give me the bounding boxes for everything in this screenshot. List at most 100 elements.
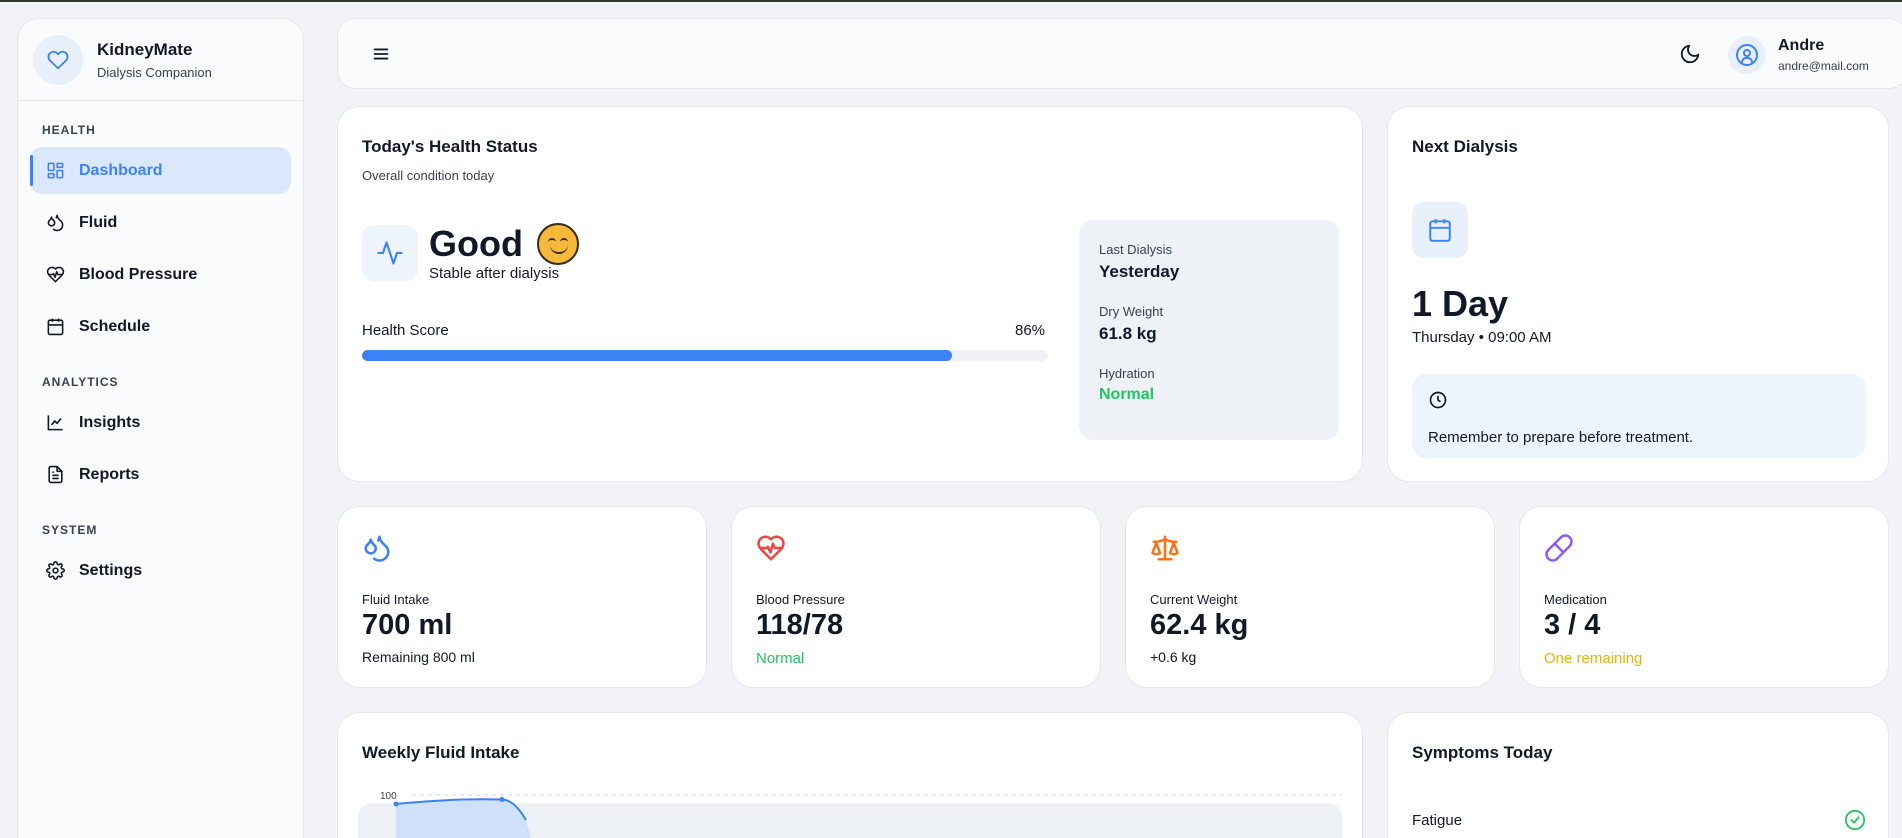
reminder-text: Remember to prepare before treatment. [1428, 429, 1694, 446]
stat-value: 700 ml [362, 609, 453, 641]
sidebar-item-blood-pressure[interactable]: Blood Pressure [30, 251, 291, 298]
fluid-intake-card[interactable]: Fluid Intake 700 ml Remaining 800 ml [337, 506, 707, 688]
dry-weight-value: 61.8 kg [1099, 324, 1157, 343]
sidebar-item-label: Reports [79, 465, 140, 483]
sidebar: KidneyMate Dialysis Companion HEALTH Das… [17, 18, 304, 838]
medication-card[interactable]: Medication 3 / 4 One remaining [1519, 506, 1889, 688]
user-circle-icon [1736, 44, 1758, 66]
series-point[interactable] [499, 797, 505, 802]
sidebar-nav: HEALTH Dashboard Fluid Blood Pressure Sc… [18, 101, 303, 594]
stat-subtext: Normal [756, 650, 805, 667]
dialysis-info-panel: Last Dialysis Yesterday Dry Weight 61.8 … [1079, 220, 1339, 440]
status-text: Good [429, 223, 523, 264]
dashboard-grid-icon [47, 162, 64, 179]
series-group [393, 797, 531, 838]
health-score-bar [362, 350, 1048, 361]
health-score-label: Health Score [362, 322, 449, 339]
scale-icon [1151, 535, 1179, 561]
health-status-value: Good [429, 223, 579, 265]
card-title: Today's Health Status [362, 137, 538, 156]
calendar-icon [1412, 202, 1468, 258]
stat-value: 62.4 kg [1150, 609, 1249, 641]
heart-icon [33, 34, 83, 85]
card-title: Weekly Fluid Intake [362, 743, 520, 762]
dialysis-reminder: Remember to prepare before treatment. [1412, 374, 1866, 458]
next-dialysis-card: Next Dialysis 1 Day Thursday • 09:00 AM … [1387, 106, 1889, 482]
health-status-subtext: Stable after dialysis [429, 265, 560, 282]
card-title: Next Dialysis [1412, 137, 1518, 156]
card-title: Symptoms Today [1412, 743, 1553, 762]
sidebar-item-schedule[interactable]: Schedule [30, 303, 291, 350]
moon-icon [1680, 44, 1700, 64]
dialysis-countdown: 1 Day [1412, 283, 1509, 324]
blood-pressure-card[interactable]: Blood Pressure 118/78 Normal [731, 506, 1101, 688]
dry-weight-label: Dry Weight [1099, 304, 1164, 319]
symptom-row[interactable]: Fatigue [1412, 809, 1866, 831]
user-info[interactable]: Andre andre@mail.com [1778, 37, 1869, 73]
stat-value: 118/78 [756, 609, 844, 641]
stat-label: Fluid Intake [362, 592, 430, 607]
window-top-border [0, 0, 1902, 2]
health-status-card: Today's Health Status Overall condition … [337, 106, 1363, 482]
pill-icon [1545, 534, 1573, 562]
sidebar-item-settings[interactable]: Settings [30, 547, 291, 594]
card-subtitle: Overall condition today [362, 168, 495, 183]
nav-section-health: HEALTH [42, 123, 96, 137]
last-dialysis-label: Last Dialysis [1099, 242, 1172, 257]
stat-label: Current Weight [1150, 592, 1238, 607]
brand-subtitle: Dialysis Companion [97, 64, 212, 80]
sidebar-item-label: Blood Pressure [79, 265, 198, 283]
sidebar-item-label: Schedule [79, 317, 151, 335]
last-dialysis-value: Yesterday [1099, 262, 1180, 281]
droplets-icon [364, 535, 390, 562]
stat-subtext: +0.6 kg [1150, 649, 1197, 665]
stat-label: Medication [1544, 592, 1607, 607]
line-chart-icon [47, 415, 63, 431]
sidebar-item-label: Insights [79, 413, 141, 431]
symptom-name: Fatigue [1412, 811, 1463, 829]
y-tick-label: 100 [380, 791, 397, 802]
top-header: Andre andre@mail.com [337, 18, 1902, 89]
check-circle-icon [1844, 809, 1866, 831]
clock-icon [1429, 391, 1447, 409]
sidebar-item-label: Fluid [79, 213, 118, 231]
droplets-icon [47, 214, 64, 232]
dialysis-datetime: Thursday • 09:00 AM [1412, 329, 1552, 346]
sidebar-item-dashboard[interactable]: Dashboard [30, 147, 291, 194]
user-email: andre@mail.com [1778, 59, 1869, 73]
stat-label: Blood Pressure [756, 592, 845, 607]
sidebar-item-reports[interactable]: Reports [30, 451, 291, 498]
brand: KidneyMate Dialysis Companion [18, 19, 303, 101]
hamburger-menu-icon [373, 48, 389, 60]
activity-icon [362, 225, 418, 281]
sidebar-item-label: Settings [79, 561, 143, 579]
weekly-fluid-chart: 100 [358, 791, 1342, 838]
stat-value: 3 / 4 [1544, 609, 1601, 641]
hydration-label: Hydration [1099, 366, 1155, 381]
health-score-percent: 86% [1015, 322, 1046, 339]
theme-toggle-button[interactable] [1679, 43, 1701, 65]
menu-button[interactable] [370, 43, 392, 65]
stat-subtext: One remaining [1544, 650, 1643, 667]
smile-emoji-icon [536, 223, 579, 265]
avatar[interactable] [1728, 36, 1766, 74]
sidebar-item-label: Dashboard [79, 161, 163, 179]
sidebar-item-insights[interactable]: Insights [30, 399, 291, 446]
heart-pulse-icon [46, 266, 65, 283]
health-score-fill [362, 350, 952, 361]
user-name: Andre [1778, 37, 1825, 54]
symptoms-card: Symptoms Today Fatigue [1387, 712, 1889, 838]
file-text-icon [48, 465, 63, 484]
current-weight-card[interactable]: Current Weight 62.4 kg +0.6 kg [1125, 506, 1495, 688]
nav-section-analytics: ANALYTICS [42, 375, 119, 389]
gear-icon [46, 561, 65, 580]
series-point[interactable] [393, 801, 399, 807]
nav-section-system: SYSTEM [42, 523, 98, 537]
calendar-icon [47, 318, 64, 336]
weekly-fluid-card: Weekly Fluid Intake 100 [337, 712, 1363, 838]
sidebar-item-fluid[interactable]: Fluid [30, 199, 291, 246]
brand-title: KidneyMate [97, 39, 193, 59]
hydration-value: Normal [1099, 386, 1155, 403]
heart-pulse-icon [757, 535, 785, 561]
stat-subtext: Remaining 800 ml [362, 649, 475, 665]
